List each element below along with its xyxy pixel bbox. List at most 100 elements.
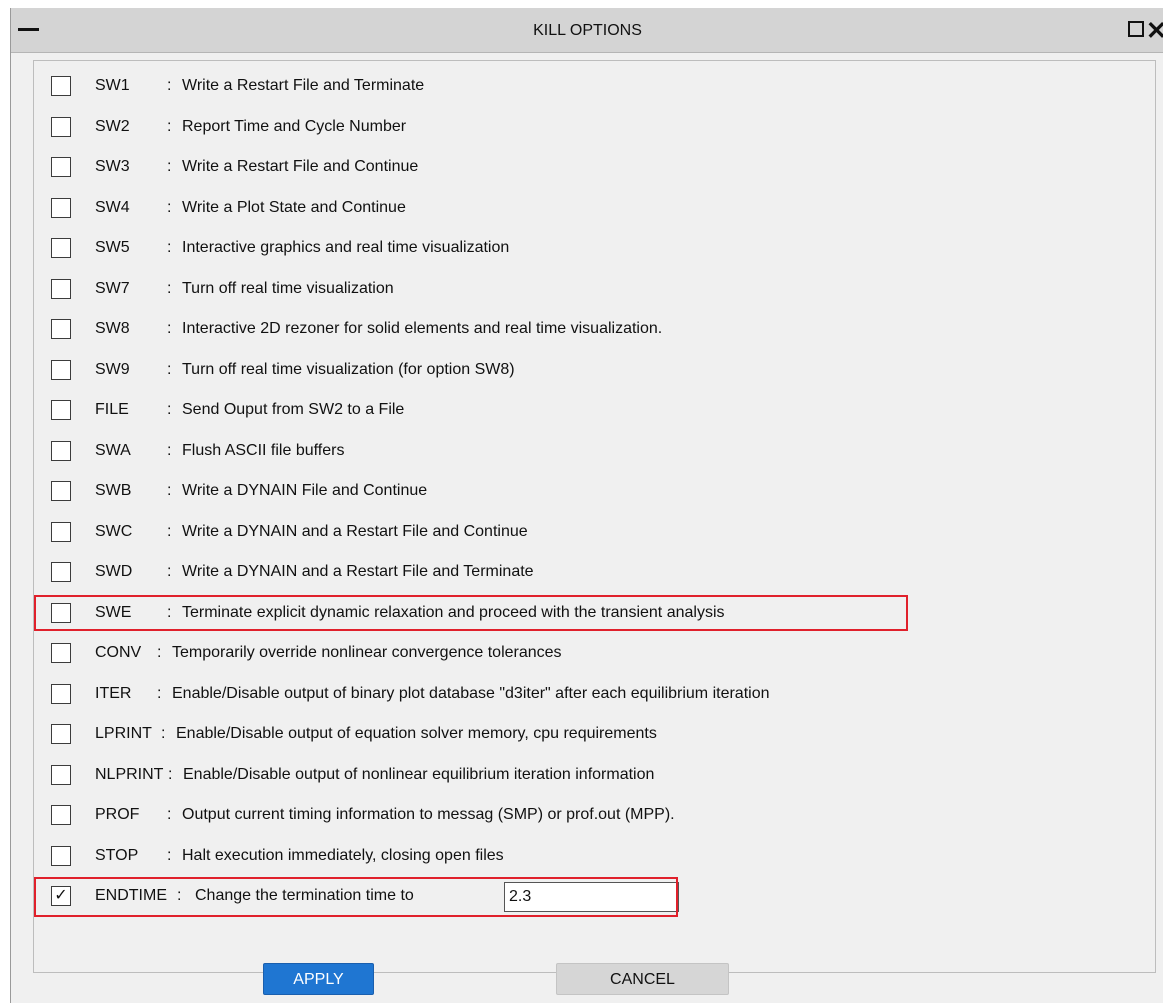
option-colon: :	[167, 441, 172, 459]
option-description: Enable/Disable output of binary plot dat…	[172, 684, 770, 702]
option-checkbox[interactable]	[51, 319, 71, 339]
option-row-sw8[interactable]: SW8: Interactive 2D rezoner for solid ele…	[40, 309, 1040, 349]
option-row-sw5[interactable]: SW5: Interactive graphics and real time v…	[40, 228, 1040, 268]
option-row-swc[interactable]: SWC: Write a DYNAIN and a Restart File an…	[40, 512, 1040, 552]
option-row-sw4[interactable]: SW4: Write a Plot State and Continue	[40, 188, 1040, 228]
option-checkbox[interactable]	[51, 76, 71, 96]
option-colon: :	[167, 360, 172, 378]
option-colon: :	[168, 765, 173, 783]
option-code: LPRINT	[95, 725, 152, 742]
option-description: Write a DYNAIN File and Continue	[182, 482, 428, 499]
option-colon: :	[167, 117, 172, 135]
option-row-swa[interactable]: SWA: Flush ASCII file buffers	[40, 431, 1040, 471]
option-row-sw2[interactable]: SW2: Report Time and Cycle Number	[40, 107, 1040, 147]
option-description: Turn off real time visualization	[182, 279, 394, 297]
apply-button[interactable]: APPLY	[263, 963, 374, 995]
option-description: Send Ouput from SW2 to a File	[182, 401, 405, 418]
option-colon: :	[167, 279, 172, 297]
option-row-sw1[interactable]: SW1: Write a Restart File and Terminate	[40, 66, 1040, 106]
option-description: Turn off real time visualization (for op…	[182, 360, 515, 378]
option-description: Flush ASCII file buffers	[182, 441, 345, 459]
option-code: SW7	[95, 279, 130, 297]
option-row-file[interactable]: FILE: Send Ouput from SW2 to a File	[40, 390, 1040, 430]
option-description: Write a DYNAIN and a Restart File and Te…	[182, 563, 534, 580]
option-code: SWA	[95, 441, 131, 459]
option-colon: :	[167, 522, 172, 540]
option-colon: :	[167, 482, 172, 499]
option-checkbox[interactable]	[51, 440, 71, 461]
option-row-sw9[interactable]: SW9: Turn off real time visualization (fo…	[40, 350, 1040, 390]
option-row-nlprint[interactable]: NLPRINT: Enable/Disable output of nonline…	[40, 755, 1040, 795]
option-colon: :	[167, 77, 172, 94]
highlight-box-swe	[34, 594, 908, 631]
option-checkbox[interactable]	[51, 116, 71, 137]
option-code: SW8	[95, 320, 130, 337]
option-checkbox[interactable]	[51, 197, 71, 218]
option-code: SW3	[95, 158, 130, 175]
option-row-lprint[interactable]: LPRINT: Enable/Disable output of equation…	[40, 714, 1040, 754]
option-row-stop[interactable]: STOP: Halt execution immediately, closing…	[40, 836, 1040, 876]
option-code: FILE	[95, 401, 129, 418]
option-colon: :	[167, 846, 172, 864]
option-checkbox[interactable]	[51, 521, 71, 542]
option-description: Enable/Disable output of equation solver…	[176, 725, 657, 742]
option-code: SW5	[95, 239, 130, 256]
option-code: SW2	[95, 117, 130, 135]
option-colon: :	[167, 158, 172, 175]
option-checkbox[interactable]	[51, 238, 71, 258]
option-checkbox[interactable]	[51, 805, 71, 825]
option-colon: :	[167, 563, 172, 580]
option-colon: :	[167, 198, 172, 216]
option-description: Interactive graphics and real time visua…	[182, 239, 510, 256]
option-description: Temporarily override nonlinear convergen…	[172, 644, 562, 661]
option-description: Write a Restart File and Continue	[182, 158, 419, 175]
option-code: SWB	[95, 482, 132, 499]
option-code: SWC	[95, 522, 133, 540]
option-checkbox[interactable]	[51, 278, 71, 299]
option-description: Write a DYNAIN and a Restart File and Co…	[182, 522, 528, 540]
option-code: NLPRINT	[95, 765, 164, 783]
option-checkbox[interactable]	[51, 643, 71, 663]
option-row-conv[interactable]: CONV: Temporarily override nonlinear conv…	[40, 633, 1040, 673]
option-description: Write a Restart File and Terminate	[182, 77, 425, 94]
option-description: Report Time and Cycle Number	[182, 117, 407, 135]
option-checkbox[interactable]	[51, 157, 71, 177]
option-code: SW4	[95, 198, 130, 216]
close-icon[interactable]: ✕	[1146, 16, 1163, 46]
option-code: CONV	[95, 644, 142, 661]
option-checkbox[interactable]	[51, 481, 71, 501]
option-colon: :	[167, 239, 172, 256]
option-description: Enable/Disable output of nonlinear equil…	[183, 765, 655, 783]
option-description: Output current timing information to mes…	[182, 806, 675, 823]
title-bar: KILL OPTIONS ✕	[11, 8, 1163, 53]
option-colon: :	[157, 684, 162, 702]
option-code: SW9	[95, 360, 130, 378]
option-checkbox[interactable]	[51, 400, 71, 420]
option-code: SWD	[95, 563, 133, 580]
highlight-box-endtime	[34, 877, 678, 917]
option-description: Write a Plot State and Continue	[182, 198, 406, 216]
option-checkbox[interactable]	[51, 359, 71, 380]
option-row-swd[interactable]: SWD: Write a DYNAIN and a Restart File an…	[40, 552, 1040, 592]
option-checkbox[interactable]	[51, 845, 71, 866]
window-title: KILL OPTIONS	[533, 22, 642, 39]
option-checkbox[interactable]	[51, 764, 71, 785]
square-icon[interactable]	[1128, 21, 1144, 37]
option-colon: :	[167, 401, 172, 418]
option-checkbox[interactable]	[51, 683, 71, 704]
option-row-sw3[interactable]: SW3: Write a Restart File and Continue	[40, 147, 1040, 187]
option-description: Interactive 2D rezoner for solid element…	[182, 320, 663, 337]
option-colon: :	[167, 806, 172, 823]
option-checkbox[interactable]	[51, 724, 71, 744]
option-row-swb[interactable]: SWB: Write a DYNAIN File and Continue	[40, 471, 1040, 511]
kill-options-window: KILL OPTIONS ✕ SW1: Write a Restart File …	[10, 8, 1163, 1003]
cancel-button[interactable]: CANCEL	[556, 963, 729, 995]
option-row-sw7[interactable]: SW7: Turn off real time visualization	[40, 269, 1040, 309]
option-checkbox[interactable]	[51, 562, 71, 582]
option-colon: :	[167, 320, 172, 337]
option-colon: :	[161, 725, 166, 742]
option-row-prof[interactable]: PROF: Output current timing information t…	[40, 795, 1040, 835]
option-row-iter[interactable]: ITER: Enable/Disable output of binary plo…	[40, 674, 1040, 714]
option-code: PROF	[95, 806, 140, 823]
option-code: ITER	[95, 684, 132, 702]
